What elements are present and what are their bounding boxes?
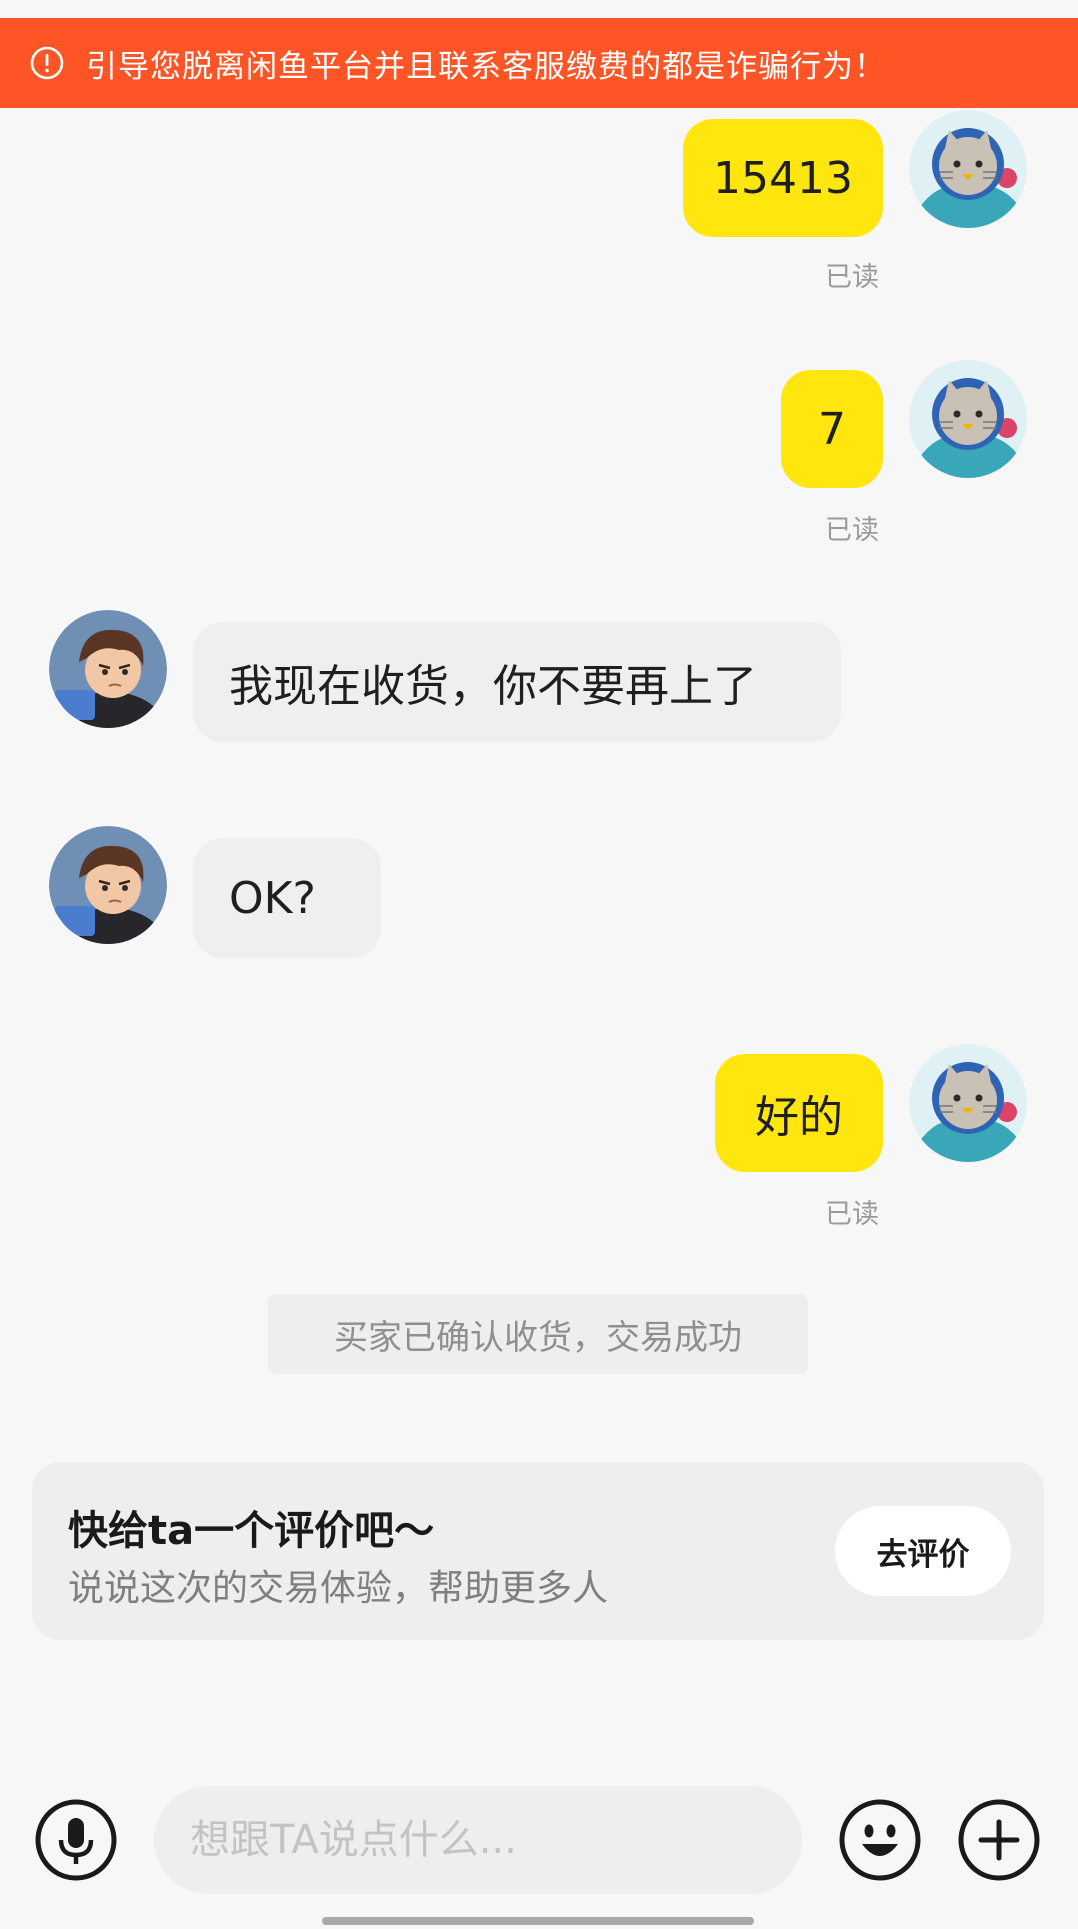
status-bar-strip — [0, 0, 1078, 18]
read-status: 已读 — [825, 515, 879, 546]
microphone-icon[interactable] — [34, 1798, 118, 1882]
read-status: 已读 — [825, 262, 879, 293]
message-text: 好的 — [755, 1092, 843, 1143]
read-status: 已读 — [825, 1199, 879, 1230]
message-text: 我现在收货，你不要再上了 — [229, 661, 757, 712]
review-title: 快给ta一个评价吧～ — [68, 1508, 435, 1554]
contact-message-bubble[interactable]: 我现在收货，你不要再上了 — [193, 622, 841, 742]
review-subtitle: 说说这次的交易体验，帮助更多人 — [68, 1568, 609, 1609]
message-input[interactable] — [154, 1786, 802, 1894]
contact-avatar[interactable] — [49, 826, 167, 944]
my-message-bubble[interactable]: 好的 — [715, 1054, 883, 1172]
my-avatar[interactable] — [909, 1044, 1027, 1162]
message-input-bar — [0, 1760, 1078, 1929]
emoji-smile-icon[interactable] — [838, 1798, 922, 1882]
system-notice: 买家已确认收货，交易成功 — [268, 1294, 808, 1374]
my-message-bubble[interactable]: 15413 — [683, 119, 883, 237]
contact-avatar[interactable] — [49, 610, 167, 728]
plus-circle-icon[interactable] — [957, 1798, 1041, 1882]
home-indicator[interactable] — [322, 1917, 754, 1925]
my-avatar[interactable] — [909, 110, 1027, 228]
message-text: 7 — [818, 403, 846, 455]
fraud-warning-banner: 引导您脱离闲鱼平台并且联系客服缴费的都是诈骗行为！ — [0, 18, 1078, 108]
alert-circle-icon — [30, 46, 64, 80]
fraud-warning-text: 引导您脱离闲鱼平台并且联系客服缴费的都是诈骗行为！ — [86, 48, 886, 85]
my-avatar[interactable] — [909, 360, 1027, 478]
review-prompt-card: 快给ta一个评价吧～ 说说这次的交易体验，帮助更多人 去评价 — [32, 1462, 1044, 1640]
go-review-button[interactable]: 去评价 — [835, 1506, 1011, 1596]
my-message-bubble[interactable]: 7 — [781, 370, 883, 488]
message-text: 15413 — [713, 152, 853, 204]
message-text: OK? — [229, 872, 316, 924]
contact-message-bubble[interactable]: OK? — [193, 838, 381, 958]
